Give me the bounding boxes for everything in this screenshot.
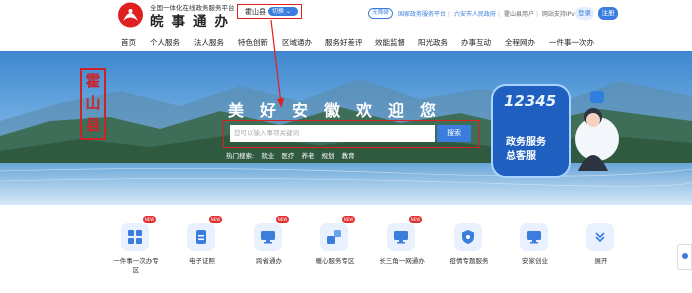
nav-one-thing-once[interactable]: 一件事一次办: [549, 37, 594, 48]
region-selector[interactable]: 霍山县 切换 ⌄: [237, 4, 302, 19]
anhui-logo-icon[interactable]: [117, 2, 144, 28]
new-badge: NEW: [276, 216, 289, 223]
service-label: 一件事一次办专区: [113, 257, 159, 274]
hot-term-employment[interactable]: 就业: [261, 152, 274, 160]
service-one-thing-once[interactable]: NEW 一件事一次办专区: [111, 216, 161, 275]
nav-personal-service[interactable]: 个人服务: [150, 37, 180, 48]
service-shortcuts: NEW 一件事一次办专区 NEW 电子证照 NEW 跨省通办 NEW 暖心服务专…: [0, 205, 692, 293]
service-yangtze-delta[interactable]: NEW 长三角一网通办: [377, 216, 427, 266]
hotline-12345-card[interactable]: 12345 政务服务 总客服: [490, 81, 620, 181]
service-label: 安家创业: [522, 257, 548, 265]
nav-service-rating[interactable]: 服务好差评: [325, 37, 363, 48]
new-badge: NEW: [209, 216, 222, 223]
monitor-icon: NEW: [254, 216, 289, 251]
region-name: 霍山县: [245, 8, 266, 16]
county-seal: 霍山县: [80, 68, 106, 140]
main-nav: 首页 个人服务 法人服务 特色创新 区域通办 服务好差评 效能监督 阳光政务 办…: [0, 32, 692, 51]
nav-open-government[interactable]: 阳光政务: [418, 37, 448, 48]
service-label: 长三角一网通办: [379, 257, 425, 265]
service-expand[interactable]: 展开: [576, 223, 626, 266]
new-badge: NEW: [409, 216, 422, 223]
service-e-license[interactable]: NEW 电子证照: [177, 216, 227, 266]
region-switch-button[interactable]: 切换 ⌄: [268, 6, 298, 16]
hot-term-education[interactable]: 教育: [342, 152, 355, 160]
search-box: 搜索: [223, 120, 480, 148]
shield-icon: [454, 223, 482, 251]
link-luan-government[interactable]: 六安市人民政府: [454, 11, 496, 18]
search-input[interactable]: [230, 125, 435, 142]
hotline-title-line1: 政务服务: [506, 137, 546, 148]
service-label: 电子证照: [189, 257, 215, 265]
login-button[interactable]: 登录: [575, 7, 594, 20]
nav-regional-service[interactable]: 区域通办: [282, 37, 312, 48]
new-badge: NEW: [143, 216, 156, 223]
hotline-number: 12345: [504, 92, 557, 110]
search-button[interactable]: 搜索: [437, 125, 471, 142]
service-warm-heart[interactable]: NEW 暖心服务专区: [310, 216, 360, 266]
monitor-icon: NEW: [387, 216, 422, 251]
hot-term-planning[interactable]: 规划: [322, 152, 335, 160]
brand-title: 皖事通办: [150, 14, 236, 30]
service-settle-startup[interactable]: 安家创业: [510, 223, 560, 266]
service-label: 展开: [594, 257, 608, 265]
welcome-slogan: 美好安徽欢迎您: [228, 101, 453, 120]
chevron-down-icon: [586, 223, 614, 251]
ipv6-label: 网站支持IPv6: [541, 11, 579, 18]
service-cross-province[interactable]: NEW 跨省通办: [244, 216, 294, 266]
hot-search: 热门搜索: 就业 医疗 养老 规划 教育: [226, 150, 360, 160]
nav-online-service[interactable]: 全程网办: [505, 37, 535, 48]
hot-term-medical[interactable]: 医疗: [281, 152, 294, 160]
nav-special-innovation[interactable]: 特色创新: [238, 37, 268, 48]
hot-term-pension[interactable]: 养老: [301, 152, 314, 160]
service-label: 疫情专题服务: [449, 257, 489, 265]
service-label: 跨省通办: [256, 257, 282, 265]
link-national-platform[interactable]: 国家政务服务平台: [398, 11, 446, 18]
service-epidemic[interactable]: 疫情专题服务: [444, 223, 494, 266]
nav-interaction[interactable]: 办事互动: [461, 37, 491, 48]
top-bar: 全国一体化在线政务服务平台 皖事通办 霍山县 切换 ⌄ 无障碍 国家政务服务平台…: [0, 0, 692, 32]
hotline-title-line2: 总客服: [506, 151, 536, 162]
hot-search-label: 热门搜索:: [226, 152, 255, 160]
user-region-label: 霍山县用户: [503, 11, 534, 18]
grid-icon: NEW: [121, 216, 156, 251]
service-label: 暖心服务专区: [315, 257, 355, 265]
monitor-icon: [520, 223, 548, 251]
floating-helper-button[interactable]: [677, 244, 692, 270]
top-links: 国家政务服务平台 | 六安市人民政府 | 霍山县用户 | 网站支持IPv6: [398, 11, 579, 18]
register-button[interactable]: 注册: [598, 7, 618, 20]
nav-efficiency-supervision[interactable]: 效能监督: [375, 37, 405, 48]
hero-banner: 霍山县 美好安徽欢迎您 搜索 热门搜索: 就业 医疗 养老 规划 教育 1234…: [0, 51, 692, 205]
document-icon: NEW: [187, 216, 222, 251]
new-badge: NEW: [342, 216, 355, 223]
nav-legal-service[interactable]: 法人服务: [194, 37, 224, 48]
helper-icon: [682, 253, 688, 259]
accessibility-button[interactable]: 无障碍: [368, 8, 393, 19]
nav-home[interactable]: 首页: [121, 37, 136, 48]
blocks-icon: NEW: [320, 216, 355, 251]
